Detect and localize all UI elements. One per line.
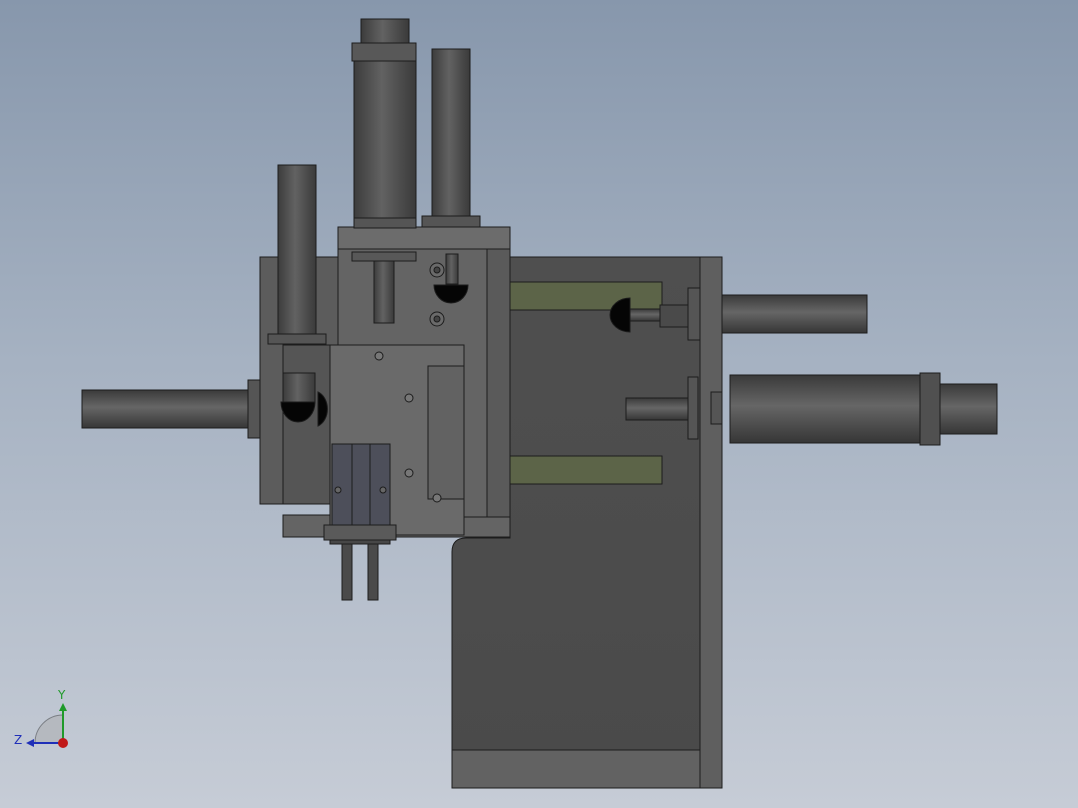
lower-right-cylinder-flange <box>687 376 699 440</box>
gripper-base <box>323 524 397 541</box>
hole <box>404 468 414 478</box>
bottom-base-plate <box>451 749 701 789</box>
gripper-finger-right <box>367 543 379 601</box>
hole <box>432 493 442 503</box>
tall-top-cylinder <box>353 59 417 221</box>
rail-pin <box>334 486 342 494</box>
right-top-cylinder-base <box>421 215 481 228</box>
rail-pin <box>379 486 387 494</box>
graphics-viewport[interactable]: Y Z <box>0 0 1078 808</box>
lower-right-cylinder-ring <box>919 372 941 446</box>
screw-center <box>433 315 441 323</box>
triad-arc <box>34 714 64 744</box>
right-top-cylinder <box>431 48 471 220</box>
tall-top-cylinder-base <box>353 217 417 229</box>
hole <box>374 351 384 361</box>
z-axis-arrowhead <box>26 739 34 747</box>
center-top-cap <box>337 226 511 250</box>
center-right-column <box>486 248 511 518</box>
gripper-finger-left <box>341 543 353 601</box>
gripper-rail <box>331 443 391 527</box>
left-vertical-cylinder-flange <box>267 333 327 345</box>
mechanical-assembly[interactable] <box>0 0 1078 808</box>
guide-rod <box>373 260 395 324</box>
upper-right-cylinder <box>721 294 868 334</box>
x-axis-dot <box>58 738 68 748</box>
upper-right-rod-nut <box>659 304 689 328</box>
lower-right-rod <box>625 397 689 421</box>
z-axis-label: Z <box>14 733 22 747</box>
upper-right-rod <box>629 308 661 322</box>
hole <box>404 393 414 403</box>
lower-right-cylinder-cap <box>939 383 998 435</box>
upper-right-cylinder-flange <box>687 287 701 341</box>
right-plate-notch <box>710 391 723 425</box>
tall-top-cylinder-cap <box>360 18 410 44</box>
gripper-plate <box>329 539 391 545</box>
y-axis-arrowhead <box>59 703 67 711</box>
right-vertical-plate <box>699 256 723 789</box>
lower-right-cylinder-body <box>729 374 921 444</box>
y-axis-label: Y <box>57 688 66 702</box>
screw-center <box>433 266 441 274</box>
left-cylinder <box>81 389 251 429</box>
tall-top-cylinder-flange <box>351 42 417 62</box>
orientation-triad: Y Z <box>14 688 68 748</box>
small-rod <box>445 253 459 285</box>
left-vertical-cylinder <box>277 164 317 336</box>
front-slide-side <box>427 365 465 500</box>
left-vertical-cylinder-rod <box>282 372 316 404</box>
guide-bar <box>351 251 417 262</box>
